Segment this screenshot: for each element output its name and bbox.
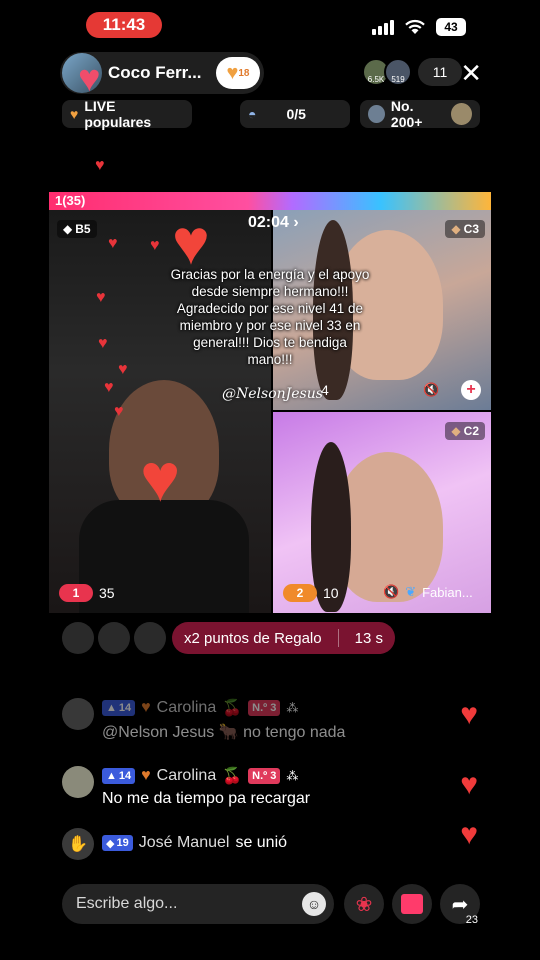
close-icon[interactable]: ✕ [460, 60, 482, 86]
floating-heart-icon: ♥ [118, 361, 128, 378]
battery-icon: 43 [436, 18, 466, 36]
status-icons: 43 [372, 18, 466, 36]
gift-icon: ◓ [248, 106, 257, 122]
rank-pill: 1 [59, 584, 93, 602]
floating-heart-icon: ♥ [108, 235, 118, 252]
viewer-list[interactable]: 6.5K 519 11 [362, 58, 462, 86]
c2-score: 2 10 [283, 584, 339, 602]
butterfly-icon: ❦ [405, 584, 417, 599]
heart-sticker-icon: ♥ [78, 58, 101, 100]
follow-button[interactable]: ♥ 18 [216, 57, 260, 89]
heart-badge-icon: ♥ [226, 61, 239, 84]
mute-icon[interactable]: 🔇 [383, 584, 399, 600]
battle-progress-bar: 1(35) [49, 192, 491, 210]
host-name: Coco Ferr... [108, 63, 202, 82]
host-profile[interactable]: ♥ Coco Ferr... ♥ 18 [60, 52, 264, 98]
globe-icon [368, 105, 385, 123]
cherry-icon: 🍒 [222, 768, 243, 785]
rank-pill: 2 [283, 584, 317, 602]
gift-bar[interactable]: x2 puntos de Regalo 13 s [62, 622, 395, 654]
diamond-icon: ◆ [451, 222, 461, 236]
overlay-message: Gracias por la energía y el apoyo desde … [170, 267, 370, 367]
viewer-avatar[interactable]: 519 [384, 58, 412, 86]
battle-timer: 02:04 › [248, 214, 299, 231]
live-popular-chip[interactable]: ♥ LIVE populares [62, 98, 192, 130]
chat-username[interactable]: José Manuel [139, 834, 230, 852]
big-heart-sticker-icon: ♥ [140, 440, 181, 516]
tile-badge: ◆ B5 [57, 220, 97, 238]
wifi-icon [405, 19, 425, 34]
floating-heart-icon: ♥ [150, 237, 160, 254]
mute-icon[interactable]: 🔇 [423, 382, 439, 398]
big-heart-sticker-icon: ♥ [172, 206, 210, 278]
avatar[interactable] [62, 698, 94, 730]
heart-badge-icon: ♥ [141, 767, 151, 784]
tile-badge: ◆ C2 [445, 422, 485, 440]
chat-username[interactable]: Carolina [157, 699, 217, 717]
host-score: 1 35 [59, 584, 115, 602]
guest-video-tile-c2[interactable]: ◆ C2 2 10 🔇 ❦ Fabian... [273, 412, 491, 613]
diamond-icon: ◆ [451, 424, 461, 438]
like-heart-icon[interactable]: ♥ [460, 820, 478, 850]
level-badge: ▲ 14 [102, 700, 136, 716]
gift-points-pill[interactable]: x2 puntos de Regalo 13 s [172, 622, 395, 654]
floating-heart-icon: ♥ [95, 157, 105, 174]
like-heart-icon[interactable]: ♥ [460, 700, 478, 730]
floating-heart-icon: ♥ [114, 403, 124, 420]
gift-avatar[interactable] [62, 622, 94, 654]
like-heart-icon[interactable]: ♥ [460, 770, 478, 800]
progress-chip[interactable]: ◓ 0/5 [240, 100, 350, 128]
trio-icon: ⁂ [286, 769, 299, 783]
tile-badge: ◆ C3 [445, 220, 485, 238]
share-count: 23 [465, 914, 478, 926]
rank-chip[interactable]: No. 200+ [360, 98, 480, 130]
cherry-icon: 🍒 [222, 700, 243, 717]
join-notice[interactable]: ✋ ◆ 19 José Manuel se unió [62, 828, 287, 860]
follow-count: 18 [238, 67, 250, 79]
floating-heart-icon: ♥ [98, 335, 108, 352]
level-badge: ▲ 14 [102, 768, 136, 784]
heart-badge-icon: ♥ [141, 699, 151, 716]
divider [337, 629, 339, 647]
add-guest-button[interactable]: + [461, 380, 481, 400]
chat-message[interactable]: ▲ 14 ♥ Carolina 🍒 N.º 3 ⁂ @Nelson Jesus 🐂… [62, 698, 345, 742]
rank-badge: N.º 3 [248, 768, 281, 784]
gift-box-icon [401, 894, 423, 914]
wave-hand-icon: ✋ [62, 828, 94, 860]
rank-badge: N.º 3 [248, 700, 281, 716]
avatar[interactable] [62, 766, 94, 798]
share-arrow-icon: ➦ [451, 893, 469, 916]
c2-name-tag: 🔇 ❦ Fabian... [383, 584, 473, 600]
gift-avatar[interactable] [98, 622, 130, 654]
floating-heart-icon: ♥ [104, 379, 114, 396]
chat-username[interactable]: Carolina [157, 767, 217, 785]
share-button[interactable]: ➦ 23 [440, 884, 480, 926]
chat-message[interactable]: ▲ 14 ♥ Carolina 🍒 N.º 3 ⁂ No me da tiempo… [62, 766, 310, 808]
floating-heart-icon: ♥ [96, 289, 106, 306]
diamond-icon: ◆ [63, 222, 73, 236]
trio-icon: ⁂ [286, 701, 299, 715]
signal-icon [372, 19, 394, 35]
chat-text: @Nelson Jesus 🐂 no tengo nada [102, 724, 346, 741]
level-badge: ◆ 19 [102, 835, 133, 851]
status-time: 11:43 [86, 12, 162, 38]
heart-icon: ♥ [70, 106, 79, 122]
gift-avatar[interactable] [134, 622, 166, 654]
rose-gift-button[interactable]: ❀ [344, 884, 384, 924]
viewer-count[interactable]: 11 [418, 58, 462, 86]
avatar [451, 103, 472, 125]
rose-icon: ❀ [355, 893, 373, 916]
chat-text: No me da tiempo pa recargar [102, 790, 311, 807]
gift-button[interactable] [392, 884, 432, 924]
comment-input[interactable]: Escribe algo... ☺ [62, 884, 334, 924]
emoji-icon[interactable]: ☺ [302, 892, 326, 916]
overlay-author: @NelsonJesus [222, 386, 323, 402]
chat-action: se unió [235, 834, 288, 851]
